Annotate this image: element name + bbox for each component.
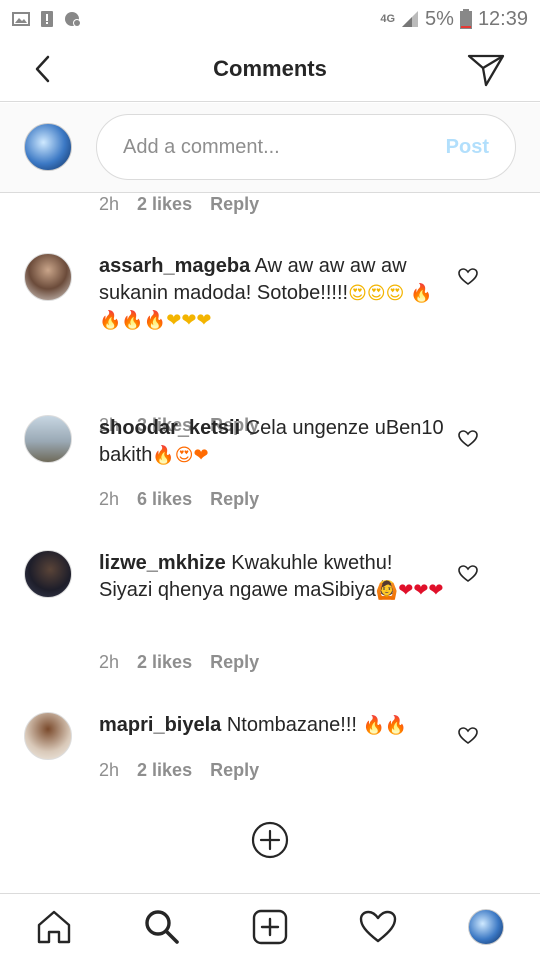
comment-likes[interactable]: 6 likes bbox=[137, 489, 192, 510]
post-button[interactable]: Post bbox=[446, 136, 489, 159]
comment-username[interactable]: assarh_mageba bbox=[99, 255, 250, 277]
comment-time: 2h bbox=[99, 652, 120, 672]
image-notification-icon bbox=[12, 12, 30, 26]
search-icon bbox=[145, 910, 179, 944]
reply-button[interactable]: Reply bbox=[210, 760, 259, 781]
plus-circle-icon bbox=[251, 821, 289, 859]
comment-username[interactable]: shoodar_ketsii bbox=[99, 417, 240, 439]
comment-emojis: 🔥😍❤ bbox=[152, 445, 209, 466]
nav-profile[interactable] bbox=[462, 903, 510, 951]
app-header: Comments bbox=[0, 38, 540, 102]
status-bar: 4G 5% 12:39 bbox=[0, 0, 540, 38]
comment-likes[interactable]: 2 likes bbox=[137, 194, 192, 215]
like-comment-button[interactable] bbox=[456, 265, 480, 289]
comments-list[interactable]: 2h 2 likes Reply assarh_mageba Aw aw aw … bbox=[0, 194, 540, 894]
profile-avatar bbox=[468, 909, 504, 945]
load-more-comments-button[interactable] bbox=[250, 820, 290, 860]
status-notifications bbox=[12, 10, 82, 28]
comment-time: 2h bbox=[99, 760, 120, 780]
comment-composer: Post bbox=[0, 103, 540, 193]
comment-input[interactable] bbox=[123, 135, 423, 159]
comment-emojis: 🔥🔥 bbox=[362, 715, 408, 736]
commenter-avatar[interactable] bbox=[24, 415, 72, 463]
comment-time: 2h bbox=[99, 489, 120, 509]
comment-body: mapri_biyela Ntombazane!!! 🔥🔥 bbox=[99, 712, 444, 739]
sync-notification-icon bbox=[65, 12, 81, 27]
alert-notification-icon bbox=[41, 11, 53, 27]
comment-body: shoodar_ketsii Cela ungenze uBen10 bakit… bbox=[99, 415, 444, 469]
comment-meta: 2h 2 likes Reply bbox=[99, 652, 259, 673]
comment-text: Ntombazane!!! bbox=[226, 714, 357, 736]
like-comment-button[interactable] bbox=[456, 427, 480, 451]
heart-outline-icon bbox=[458, 727, 478, 744]
like-comment-button[interactable] bbox=[456, 724, 480, 748]
nav-new-post[interactable] bbox=[246, 903, 294, 951]
like-comment-button[interactable] bbox=[456, 562, 480, 586]
reply-button[interactable]: Reply bbox=[210, 489, 259, 510]
comment-input-container: Post bbox=[96, 114, 516, 180]
status-indicators: 4G 5% 12:39 bbox=[380, 8, 528, 31]
comment-meta: 2h 2 likes Reply bbox=[99, 194, 259, 215]
comment-meta: 2h 2 likes Reply bbox=[99, 760, 259, 781]
comment-meta: 2h 6 likes Reply bbox=[99, 489, 259, 510]
signal-icon bbox=[402, 11, 419, 27]
comment-likes[interactable]: 2 likes bbox=[137, 652, 192, 673]
heart-outline-icon bbox=[458, 430, 478, 447]
reply-button[interactable]: Reply bbox=[210, 194, 259, 215]
commenter-avatar[interactable] bbox=[24, 550, 72, 598]
comment-body: assarh_mageba Aw aw aw aw aw sukanin mad… bbox=[99, 253, 444, 334]
heart-icon bbox=[359, 910, 397, 943]
commenter-avatar[interactable] bbox=[24, 253, 72, 301]
comment-username[interactable]: lizwe_mkhize bbox=[99, 552, 226, 574]
comment-time: 2h bbox=[99, 194, 120, 214]
nav-home[interactable] bbox=[30, 903, 78, 951]
comment-emojis: 🙆❤❤❤ bbox=[375, 580, 444, 601]
network-type: 4G bbox=[380, 13, 396, 25]
heart-outline-icon bbox=[458, 268, 478, 285]
home-icon bbox=[37, 910, 71, 944]
plus-square-icon bbox=[252, 909, 288, 945]
share-button[interactable] bbox=[466, 50, 506, 90]
paper-plane-icon bbox=[467, 54, 505, 87]
page-title: Comments bbox=[213, 56, 327, 81]
heart-outline-icon bbox=[458, 565, 478, 582]
comment-likes[interactable]: 2 likes bbox=[137, 760, 192, 781]
nav-search[interactable] bbox=[138, 903, 186, 951]
comment-username[interactable]: mapri_biyela bbox=[99, 714, 221, 736]
reply-button[interactable]: Reply bbox=[210, 652, 259, 673]
bottom-nav bbox=[0, 893, 540, 960]
battery-percent: 5% bbox=[425, 7, 454, 30]
nav-activity[interactable] bbox=[354, 903, 402, 951]
commenter-avatar[interactable] bbox=[24, 712, 72, 760]
comment-body: lizwe_mkhize Kwakuhle kwethu! Siyazi qhe… bbox=[99, 550, 444, 604]
current-user-avatar bbox=[24, 123, 72, 171]
clock: 12:39 bbox=[477, 7, 528, 30]
battery-icon bbox=[459, 9, 472, 29]
